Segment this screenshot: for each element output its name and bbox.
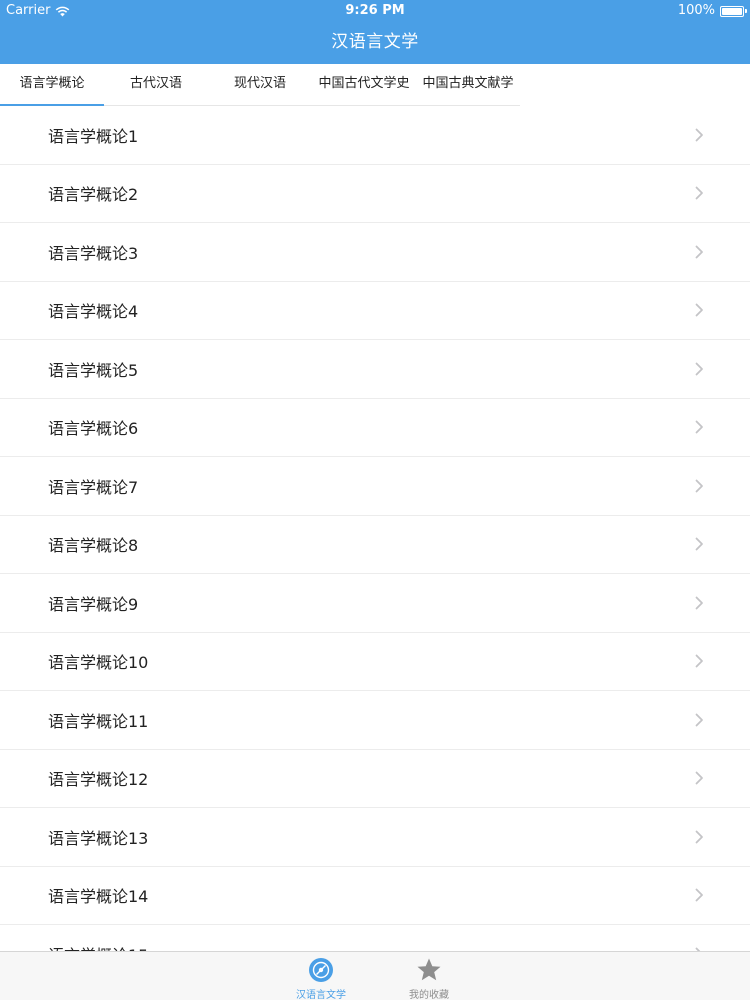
status-time: 9:26 PM — [345, 3, 405, 18]
tabbar-item-favorites[interactable]: 我的收藏 — [389, 952, 469, 1000]
list-item-label: 语言学概论9 — [48, 594, 139, 614]
list-item[interactable]: 语言学概论9 — [0, 574, 750, 633]
tab-bar: 汉语言文学 我的收藏 — [0, 951, 750, 1000]
chevron-right-icon — [695, 830, 703, 844]
list-item[interactable]: 语言学概论10 — [0, 633, 750, 691]
battery-icon — [720, 5, 747, 17]
list-item[interactable]: 语言学概论3 — [0, 223, 750, 282]
list-item-label: 语言学概论10 — [48, 653, 149, 673]
list-item-label: 语言学概论7 — [48, 477, 139, 497]
chevron-right-icon — [695, 596, 703, 610]
list-item-label: 语言学概论11 — [48, 711, 149, 731]
disc-icon — [309, 958, 333, 982]
list-item[interactable]: 语言学概论14 — [0, 867, 750, 925]
chevron-right-icon — [695, 186, 703, 200]
tab-ancient-chinese[interactable]: 古代汉语 — [104, 64, 208, 106]
list-item[interactable]: 语言学概论2 — [0, 165, 750, 223]
category-tabs: 语言学概论 古代汉语 现代汉语 中国古代文学史 中国古典文献学 — [0, 64, 520, 107]
list-item-label: 语言学概论2 — [48, 185, 139, 205]
list-item-label: 语言学概论3 — [48, 243, 139, 263]
list-item-label: 语言学概论14 — [48, 887, 149, 907]
tabbar-item-chinese-literature[interactable]: 汉语言文学 — [281, 952, 361, 1000]
list-item-label: 语言学概论5 — [48, 360, 139, 380]
chevron-right-icon — [695, 362, 703, 376]
status-bar: Carrier 9:26 PM 100% — [0, 0, 750, 22]
list-item-label: 语言学概论12 — [48, 770, 149, 790]
list-item[interactable]: 语言学概论12 — [0, 750, 750, 808]
tab-ancient-literature-history[interactable]: 中国古代文学史 — [312, 64, 416, 106]
list-item-label: 语言学概论1 — [48, 126, 139, 146]
chevron-right-icon — [695, 537, 703, 551]
list-item[interactable]: 语言学概论5 — [0, 340, 750, 399]
list-item-label: 语言学概论15 — [0, 942, 148, 951]
tab-modern-chinese[interactable]: 现代汉语 — [208, 64, 312, 106]
tab-classical-philology[interactable]: 中国古典文献学 — [416, 64, 520, 106]
list-item-label: 语言学概论6 — [48, 419, 139, 439]
status-right: 100% — [677, 0, 747, 22]
chevron-right-icon — [695, 420, 703, 434]
list-item[interactable]: 语言学概论11 — [0, 691, 750, 750]
list-item-label: 语言学概论13 — [48, 828, 149, 848]
chevron-right-icon — [695, 128, 703, 142]
battery-percent: 100% — [677, 3, 715, 18]
chevron-right-icon — [695, 771, 703, 785]
chevron-right-icon — [695, 713, 703, 727]
page-title: 汉语言文学 — [331, 32, 419, 52]
chevron-right-icon — [695, 888, 703, 902]
chevron-right-icon — [695, 654, 703, 668]
list-item-label: 语言学概论8 — [48, 536, 139, 556]
list-item[interactable]: 语言学概论6 — [0, 399, 750, 457]
list-item[interactable]: 语言学概论1 — [0, 106, 750, 165]
tabbar-label: 汉语言文学 — [296, 990, 346, 1000]
lesson-list: 语言学概论1 语言学概论2 语言学概论3 语言学概论4 语言学概论5 语言学概论6 语言学概… — [0, 106, 750, 951]
header: Carrier 9:26 PM 100% 汉语言文学 — [0, 0, 750, 64]
tabbar-label: 我的收藏 — [409, 990, 449, 1000]
chevron-right-icon — [695, 479, 703, 493]
tab-linguistics[interactable]: 语言学概论 — [0, 64, 104, 107]
list-item-label: 语言学概论4 — [48, 302, 139, 322]
list-item[interactable]: 语言学概论8 — [0, 516, 750, 574]
list-item[interactable]: 语言学概论13 — [0, 808, 750, 867]
app-root: Carrier 9:26 PM 100% 汉语言文学 语言学概论 古代汉语 现代… — [0, 0, 750, 1000]
list-item[interactable]: 语言学概论15 — [0, 925, 750, 951]
chevron-right-icon — [695, 303, 703, 317]
star-icon — [417, 958, 441, 981]
chevron-right-icon — [695, 245, 703, 259]
list-item[interactable]: 语言学概论4 — [0, 282, 750, 340]
list-item[interactable]: 语言学概论7 — [0, 457, 750, 516]
